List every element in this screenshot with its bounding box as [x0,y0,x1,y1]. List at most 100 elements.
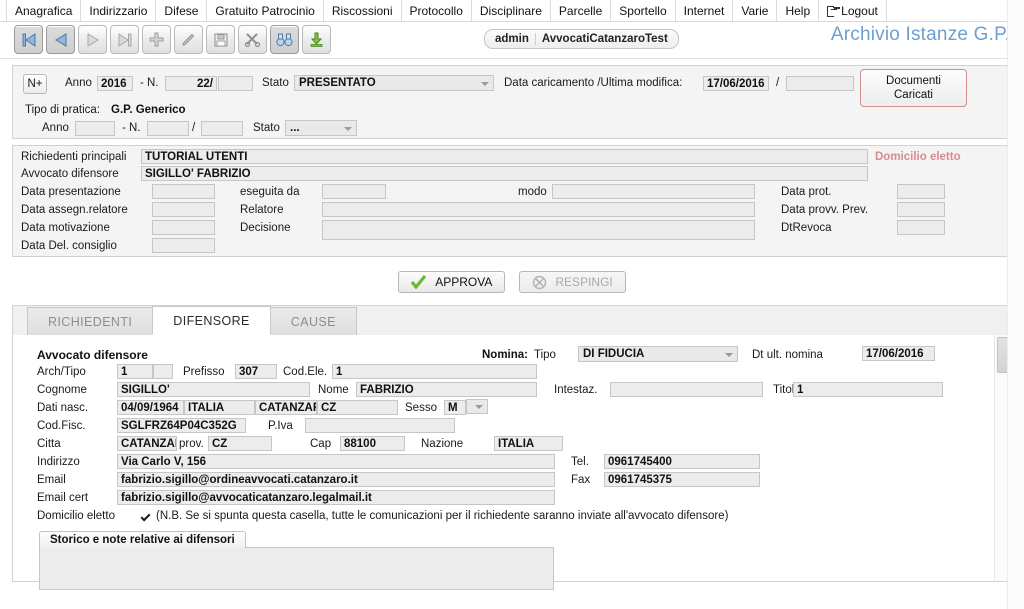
arch-tipo-input2[interactable] [153,364,173,379]
numero-suffix-input[interactable] [218,76,253,91]
approval-actions: APPROVA RESPINGI [0,265,1024,299]
menu-item-protocollo[interactable]: Protocollo [402,0,472,21]
cap-input[interactable]: 88100 [340,436,405,451]
menu-item-help[interactable]: Help [777,0,820,21]
page-scrollbar[interactable] [1007,0,1024,609]
email-input[interactable]: fabrizio.sigillo@ordineavvocati.catanzar… [117,472,555,487]
domicilio-eletto-checkbox[interactable] [140,513,151,524]
sub-stato-select-value: ... [290,122,300,134]
sub-anno-input[interactable] [75,121,115,136]
indirizzo-input[interactable]: Via Carlo V, 156 [117,454,555,469]
eseguita-da-input[interactable] [322,184,386,199]
richiedenti-input[interactable]: TUTORIAL UTENTI [141,149,868,164]
menu-label: Anagrafica [15,3,73,18]
approva-button[interactable]: APPROVA [398,271,506,293]
numero-input[interactable]: 22/ [165,76,217,91]
numero-label: - N. [140,77,159,89]
menu-label: Difese [164,3,199,18]
green-check-icon [411,275,427,289]
menu-label: Sportello [619,3,667,18]
anno-input[interactable]: 2016 [97,76,133,91]
data-presentazione-input[interactable] [152,184,215,199]
nome-input[interactable]: FABRIZIO [356,382,537,397]
intestaz-input[interactable] [610,382,763,397]
nazione-input[interactable]: ITALIA [494,436,563,451]
search-button[interactable] [270,25,299,54]
next-record-button[interactable] [78,25,107,54]
cod-ele-input[interactable]: 1 [332,364,537,379]
last-record-button[interactable] [110,25,139,54]
citta-nascita-input[interactable]: CATANZARO [255,400,317,415]
nomina-tipo-select[interactable]: DI FIDUCIA [578,346,738,362]
tel-label: Tel. [571,456,589,468]
menu-item-varie[interactable]: Varie [733,0,778,21]
data-caricamento-label: Data caricamento /Ultima modifica: [504,77,683,89]
menu-item-riscossioni[interactable]: Riscossioni [324,0,402,21]
menu-item-disciplinare[interactable]: Disciplinare [472,0,551,21]
data-prot-input[interactable] [897,184,945,199]
anno-label: Anno [65,77,92,89]
edit-record-button[interactable] [174,25,203,54]
titolo-input[interactable]: 1 [793,382,943,397]
nazione-label: Nazione [421,438,464,450]
sub-stato-select[interactable]: ... [285,120,357,136]
delete-record-button[interactable] [238,25,267,54]
avvocato-difensore-input[interactable]: SIGILLO' FABRIZIO [141,166,868,181]
cod-fisc-input[interactable]: SGLFRZ64P04C352G [117,418,246,433]
documenti-caricati-button[interactable]: Documenti Caricati [860,69,967,107]
menu-item-sportello[interactable]: Sportello [611,0,676,21]
sub-numero2-input[interactable] [201,121,243,136]
piva-input[interactable] [305,418,455,433]
stato-select[interactable]: PRESENTATO [294,75,494,91]
modo-input[interactable] [552,184,755,199]
menu-item-gratuito-patrocinio[interactable]: Gratuito Patrocinio [207,0,324,21]
data-prot-label: Data prot. [781,186,832,198]
data-motivazione-input[interactable] [152,220,215,235]
menu-label: Varie [741,3,769,18]
arch-tipo-input[interactable]: 1 [117,364,153,379]
storico-tab-label[interactable]: Storico e note relative ai difensori [39,531,246,548]
data-assegn-relatore-input[interactable] [152,202,215,217]
respingi-button[interactable]: RESPINGI [519,271,626,293]
citta-input[interactable]: CATANZARO [117,436,177,451]
data-caricamento-input[interactable]: 17/06/2016 [703,76,769,91]
storico-textarea[interactable] [39,547,554,590]
previous-record-button[interactable] [46,25,75,54]
new-record-button[interactable]: N+ [23,74,47,94]
sesso-select[interactable] [466,399,488,414]
email-cert-input[interactable]: fabrizio.sigillo@avvocaticatanzaro.legal… [117,490,555,505]
fax-input[interactable]: 0961745375 [604,472,760,487]
dtrevoca-input[interactable] [897,220,945,235]
tab-cause[interactable]: CAUSE [269,307,357,335]
export-button[interactable] [302,25,331,54]
relatore-input[interactable] [322,202,755,217]
save-record-button[interactable] [206,25,235,54]
menu-item-parcelle[interactable]: Parcelle [551,0,612,21]
data-provv-prev-input[interactable] [897,202,945,217]
tab-difensore[interactable]: DIFENSORE [152,306,271,335]
menu-item-difese[interactable]: Difese [156,0,208,21]
difensore-tab-content: Avvocato difensore Nomina: Tipo DI FIDUC… [13,335,1011,590]
data-del-consiglio-input[interactable] [152,238,215,253]
prov-nascita-input[interactable]: CZ [317,400,398,415]
menu-label: Riscossioni [331,3,393,18]
dt-ult-nomina-input[interactable]: 17/06/2016 [862,346,935,361]
prov-input[interactable]: CZ [208,436,272,451]
cognome-input[interactable]: SIGILLO' [117,382,310,397]
data-modifica-input[interactable] [786,76,854,91]
menu-item-logout[interactable]: Logout [819,0,887,21]
decisione-input[interactable] [322,220,755,240]
add-record-button[interactable] [142,25,171,54]
data-nascita-input[interactable]: 04/09/1964 [117,400,184,415]
prefisso-input[interactable]: 307 [235,364,277,379]
nazione-nascita-input[interactable]: ITALIA [184,400,255,415]
sesso-input[interactable]: M [444,400,466,415]
menu-item-internet[interactable]: Internet [676,0,734,21]
menu-item-indirizzario[interactable]: Indirizzario [81,0,157,21]
tel-input[interactable]: 0961745400 [604,454,760,469]
first-record-button[interactable] [14,25,43,54]
menu-item-anagrafica[interactable]: Anagrafica [6,0,82,21]
tab-richiedenti[interactable]: RICHIEDENTI [27,307,154,335]
tab-strip: RICHIEDENTI DIFENSORE CAUSE [13,306,1011,336]
sub-numero-input[interactable] [147,121,189,136]
